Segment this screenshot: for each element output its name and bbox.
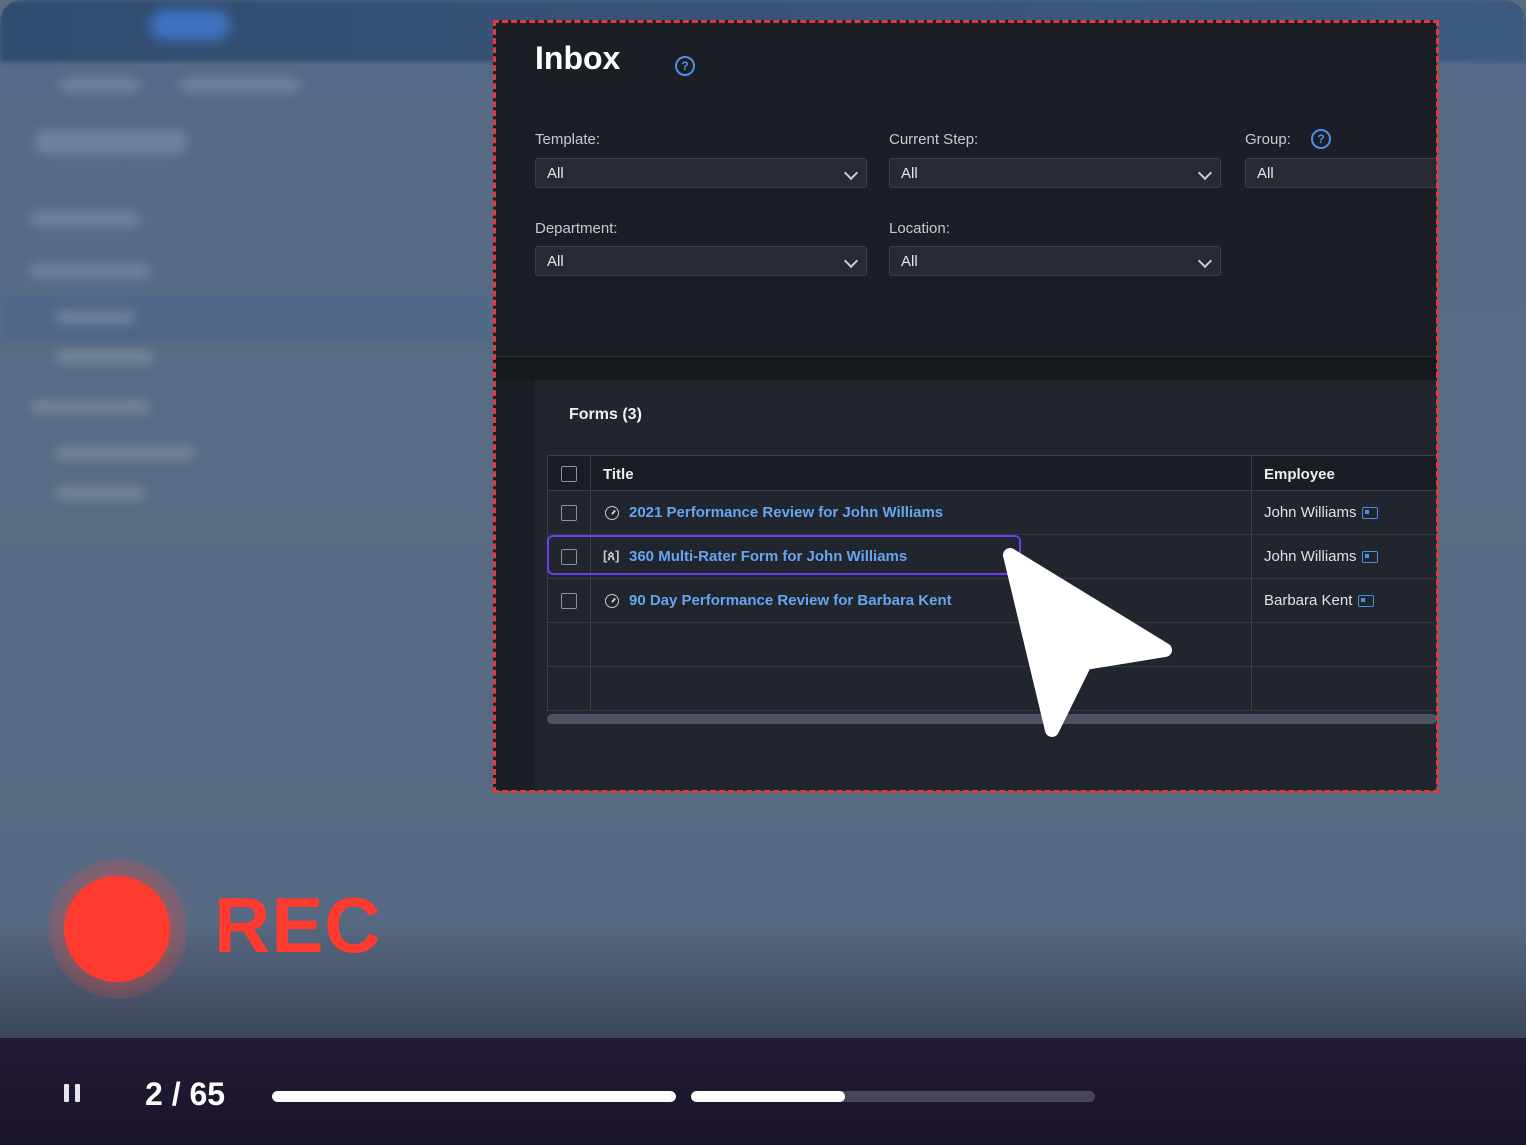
page-title: Inbox [535, 40, 621, 76]
blurred-sidebar-item [55, 310, 135, 324]
record-dot-icon [64, 876, 170, 982]
template-label: Template: [535, 131, 601, 148]
group-select[interactable]: All [1245, 158, 1437, 188]
row-checkbox[interactable] [561, 505, 577, 521]
help-icon[interactable]: ? [1311, 129, 1331, 149]
department-select[interactable]: All [535, 246, 867, 276]
current-step-label: Current Step: [889, 131, 979, 148]
step-counter: 2 / 65 [145, 1076, 226, 1112]
chevron-down-icon [843, 165, 859, 181]
template-value: All [547, 165, 564, 182]
group-label: Group: [1245, 131, 1291, 148]
empty-row [547, 667, 1437, 711]
department-label: Department: [535, 220, 618, 237]
clock-icon [605, 594, 619, 608]
employee-name: John Williams [1264, 548, 1357, 565]
blurred-breadcrumb [180, 78, 300, 92]
progress-segment[interactable] [691, 1091, 1095, 1102]
location-value: All [901, 253, 918, 270]
blurred-sidebar-item [30, 212, 140, 226]
column-employee[interactable]: Employee [1264, 466, 1335, 483]
employee-card-icon[interactable] [1358, 595, 1374, 607]
template-select[interactable]: All [535, 158, 867, 188]
table-row[interactable]: 90 Day Performance Review for Barbara Ke… [547, 579, 1437, 623]
table-header: Title Employee [547, 455, 1437, 491]
employee-name: Barbara Kent [1264, 592, 1353, 609]
department-value: All [547, 253, 564, 270]
blurred-breadcrumb [60, 78, 140, 92]
pause-button[interactable] [64, 1084, 82, 1102]
form-title-link[interactable]: 2021 Performance Review for John William… [629, 504, 943, 521]
row-checkbox[interactable] [561, 593, 577, 609]
column-title[interactable]: Title [603, 466, 634, 483]
pointer-cursor-icon [1003, 548, 1172, 737]
chevron-down-icon [1197, 165, 1213, 181]
form-title-link[interactable]: 90 Day Performance Review for Barbara Ke… [629, 592, 952, 609]
blurred-sidebar-item [55, 350, 155, 364]
pause-icon [64, 1084, 69, 1102]
location-select[interactable]: All [889, 246, 1221, 276]
chevron-down-icon [1197, 253, 1213, 269]
blurred-sidebar-item [55, 446, 195, 460]
help-icon[interactable]: ? [675, 56, 695, 76]
clock-icon [605, 506, 619, 520]
current-step-value: All [901, 165, 918, 182]
progress-segment[interactable] [272, 1091, 676, 1102]
progress-fill [272, 1091, 676, 1102]
progress-fill [691, 1091, 845, 1102]
empty-row [547, 623, 1437, 667]
column-divider [590, 455, 591, 711]
pause-icon [75, 1084, 80, 1102]
table-row[interactable]: 2021 Performance Review for John William… [547, 491, 1437, 535]
chevron-down-icon [843, 253, 859, 269]
location-label: Location: [889, 220, 950, 237]
blurred-sidebar-item [30, 264, 150, 278]
employee-name: John Williams [1264, 504, 1357, 521]
column-divider [547, 455, 548, 711]
blurred-sidebar-item [55, 486, 145, 500]
blurred-logo [150, 10, 230, 40]
player-controls: 2 / 65 [0, 1038, 1526, 1145]
employee-card-icon[interactable] [1362, 551, 1378, 563]
column-divider [1251, 455, 1252, 711]
blurred-heading [36, 130, 186, 154]
blurred-sidebar-item [30, 400, 150, 414]
current-step-select[interactable]: All [889, 158, 1221, 188]
forms-heading: Forms (3) [569, 406, 642, 423]
group-value: All [1257, 165, 1274, 182]
rec-label: REC [214, 881, 382, 969]
inbox-panel: Inbox ? Template: All Current Step: All … [493, 20, 1437, 791]
forms-card: Forms (3) Title Employee 2021 Performanc… [535, 380, 1437, 791]
horizontal-scrollbar[interactable] [547, 714, 1437, 724]
select-all-checkbox[interactable] [561, 466, 577, 482]
employee-card-icon[interactable] [1362, 507, 1378, 519]
step-highlight [547, 535, 1021, 575]
section-divider [493, 356, 1437, 381]
